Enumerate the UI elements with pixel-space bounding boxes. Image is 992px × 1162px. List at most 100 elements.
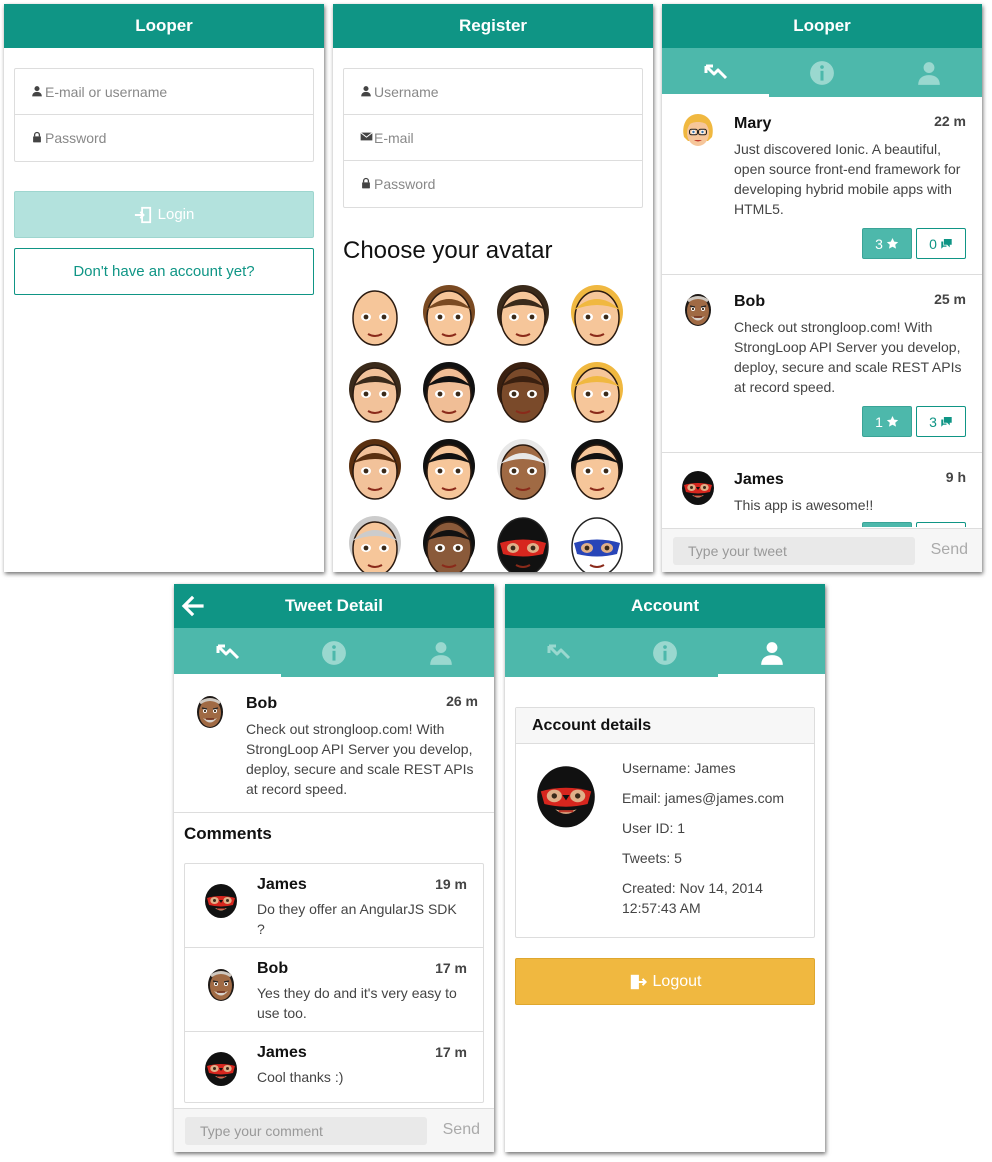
tweet-time: 9 h [945,469,966,485]
comment-input[interactable]: Type your comment [185,1117,427,1145]
avatar-option-bearded-man[interactable] [491,282,555,348]
chat-icon [940,415,953,428]
avatar-option-black-hair-woman[interactable] [417,359,481,425]
tweet-item[interactable]: James 9 h This app is awesome!! [662,453,982,527]
register-link-button[interactable]: Don't have an account yet? [14,248,314,295]
username-field[interactable]: E-mail or username [15,69,313,115]
comment-count: 0 [929,235,937,252]
login-title: Looper [4,4,324,48]
star-count: 1 [875,413,883,430]
password-field[interactable]: Password [15,115,313,161]
account-tweets: Tweets: 5 [622,850,682,866]
account-user-id: User ID: 1 [622,820,686,836]
star-button[interactable] [862,522,912,527]
star-count: 3 [875,235,883,252]
register-username-field[interactable]: Username [344,69,642,115]
tab-tweets[interactable] [174,628,281,677]
comment-button[interactable]: 0 [916,228,966,259]
account-info: Username: James Email: james@james.com U… [622,758,802,928]
comment-text: Do they offer an AngularJS SDK ? [257,901,457,937]
avatar-option-brunette-woman[interactable] [343,359,407,425]
tweet-text: Check out strongloop.com! With StrongLoo… [734,319,962,395]
account-created: Created: Nov 14, 2014 12:57:43 AM [622,880,763,916]
comment-item: Bob 17 m Yes they do and it's very easy … [185,948,483,1032]
lock-icon [31,131,43,143]
avatar-option-brunette-girl[interactable] [343,436,407,502]
tweet-item[interactable]: Mary 22 m Just discovered Ionic. A beaut… [662,97,982,275]
tab-account[interactable] [718,628,825,677]
tab-account[interactable] [387,628,494,677]
tab-info[interactable] [769,48,876,97]
login-button[interactable]: Login [14,191,314,238]
comment-count: 3 [929,413,937,430]
back-arrow-icon[interactable] [180,594,204,618]
lock-icon [360,177,372,189]
register-password-field[interactable]: Password [344,161,642,207]
register-password-placeholder: Password [374,176,436,192]
avatar-option-mohawk-man[interactable] [417,513,481,572]
avatar-option-dreadlock-woman[interactable] [491,359,555,425]
mail-icon [360,130,373,143]
comment-time: 17 m [435,960,467,976]
comment-time: 19 m [435,876,467,892]
account-email: Email: james@james.com [622,790,785,806]
tab-info[interactable] [281,628,388,677]
star-button[interactable]: 3 [862,228,912,259]
register-email-placeholder: E-mail [374,129,414,146]
tweet-time: 22 m [934,113,966,129]
tweet-feed: Mary 22 m Just discovered Ionic. A beaut… [662,97,982,527]
tweets-icon [213,643,241,663]
avatar-option-bald-man[interactable] [343,282,407,348]
star-icon [886,415,899,428]
tab-tweets[interactable] [505,628,612,677]
avatar-option-blond-man[interactable] [565,282,629,348]
user-icon [31,85,43,97]
feed-tab-bar [662,48,982,97]
user-icon [360,85,372,97]
avatar-option-mustache-man[interactable] [565,436,629,502]
feed-title: Looper [662,4,982,48]
send-button[interactable]: Send [931,541,968,559]
send-button[interactable]: Send [443,1121,480,1139]
feed-screen: Looper Mary 22 m Just discovered Ionic. … [662,4,982,572]
comment-item: James 17 m Cool thanks :) [185,1032,483,1102]
tweet-time: 26 m [446,693,478,709]
info-icon [321,640,347,666]
detail-tab-bar [174,628,494,677]
comment-item: James 19 m Do they offer an AngularJS SD… [185,864,483,948]
info-icon [809,60,835,86]
avatar-option-blonde-woman[interactable] [565,359,629,425]
register-email-field[interactable]: E-mail [344,115,642,161]
info-icon [652,640,678,666]
comment-button[interactable] [916,522,966,527]
tab-account[interactable] [875,48,982,97]
tweet-compose-bar: Type your tweet Send [662,528,982,572]
avatar-option-gray-hair-man[interactable] [491,436,555,502]
tweet-text: This app is awesome!! [734,497,874,513]
tweet-text: Just discovered Ionic. A beautiful, open… [734,141,961,217]
tweet-item[interactable]: Bob 25 m Check out strongloop.com! With … [662,275,982,453]
avatar-option-gray-bald-man[interactable] [343,513,407,572]
avatar-option-red-luchador[interactable] [491,513,555,572]
logout-button[interactable]: Logout [515,958,815,1005]
login-icon [134,206,152,224]
comment-button[interactable]: 3 [916,406,966,437]
comment-author: James [257,1044,307,1061]
avatar-option-blue-luchador[interactable] [565,513,629,572]
account-tab-bar [505,628,825,677]
tab-tweets[interactable] [662,48,769,97]
tweet-text: Check out strongloop.com! With StrongLoo… [246,721,474,797]
tab-info[interactable] [612,628,719,677]
comment-author: James [257,876,307,893]
tweet-input[interactable]: Type your tweet [673,537,915,565]
detail-tweet: Bob 26 m Check out strongloop.com! With … [174,677,494,813]
tweet-detail-screen: Tweet Detail Bob 26 m Check out stronglo… [174,584,494,1152]
avatar-option-glasses-woman[interactable] [417,436,481,502]
account-screen: Account Account details Username: James … [505,584,825,1152]
tweet-author: Mary [734,115,772,132]
register-username-placeholder: Username [374,83,439,100]
star-button[interactable]: 1 [862,406,912,437]
comment-text: Cool thanks :) [257,1069,344,1085]
avatar-option-brown-hair-man[interactable] [417,282,481,348]
james-avatar [530,756,602,834]
